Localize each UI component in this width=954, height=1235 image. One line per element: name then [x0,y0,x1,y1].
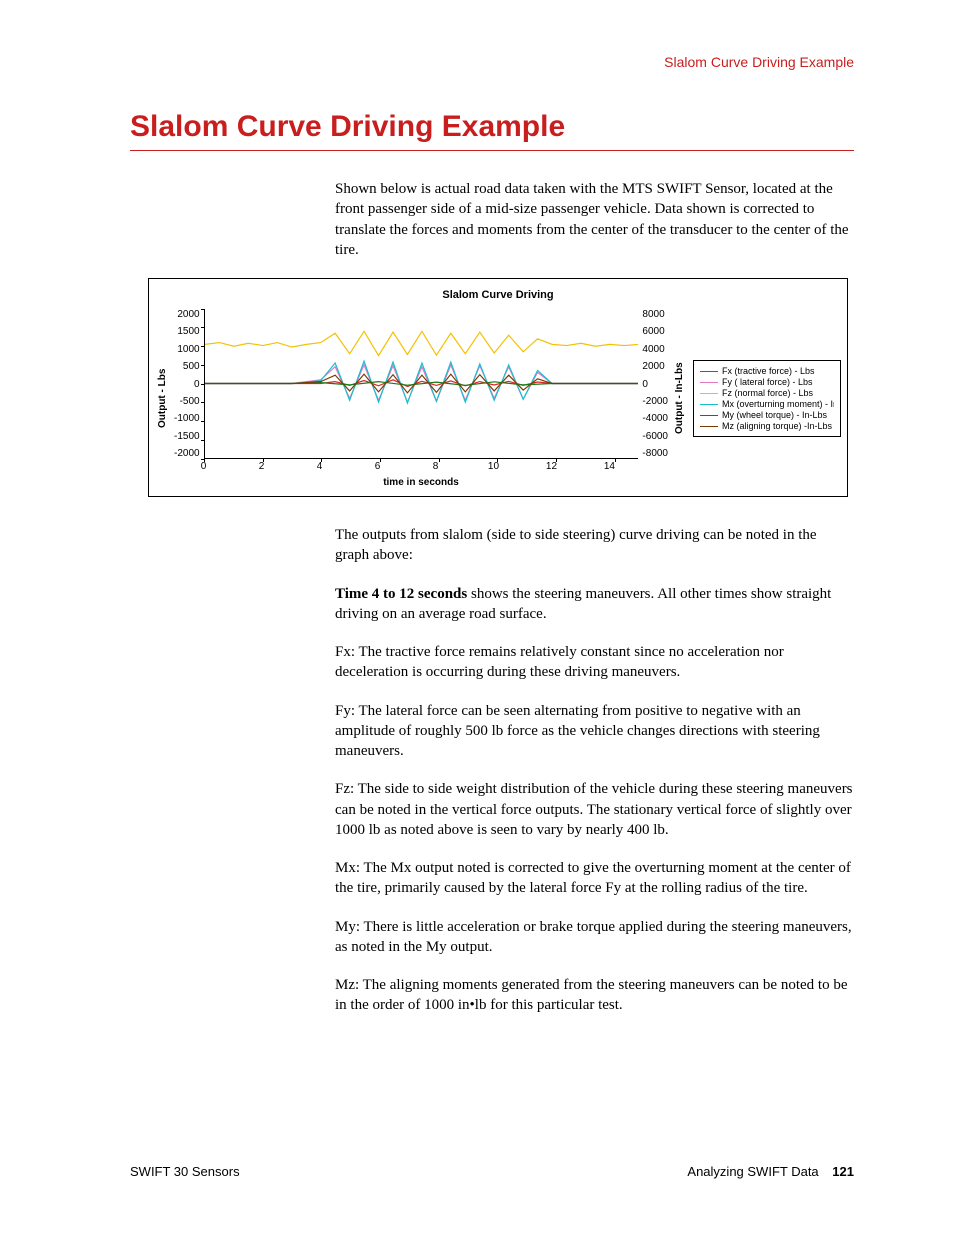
footer-right-text: Analyzing SWIFT Data [687,1164,818,1179]
footer-left: SWIFT 30 Sensors [130,1164,240,1179]
chart-legend: Fx (tractive force) - LbsFy ( lateral fo… [693,360,841,437]
para-fx: Fx: The tractive force remains relativel… [335,642,854,683]
y-ticks-left: 2000150010005000-500-1000-1500-2000 [170,309,204,459]
plot-area [204,309,639,459]
time-bold: Time 4 to 12 seconds [335,586,467,602]
x-ticks: 02468101214 [204,459,639,473]
chart-container: Slalom Curve Driving Output - Lbs 200015… [148,278,848,497]
para-fy: Fy: The lateral force can be seen altern… [335,701,854,762]
para-after-chart: The outputs from slalom (side to side st… [335,525,854,566]
y-ticks-right: 80006000400020000-2000-4000-6000-8000 [638,309,672,459]
page-footer: SWIFT 30 Sensors Analyzing SWIFT Data 12… [130,1164,854,1179]
para-time: Time 4 to 12 seconds shows the steering … [335,584,854,625]
para-fz: Fz: The side to side weight distribution… [335,779,854,840]
x-axis-label: time in seconds [204,477,639,488]
chart-title: Slalom Curve Driving [155,289,841,301]
para-my: My: There is little acceleration or brak… [335,917,854,958]
para-mx: Mx: The Mx output noted is corrected to … [335,858,854,899]
y-axis-label-right: Output - In-Lbs [672,309,687,488]
para-mz: Mz: The aligning moments generated from … [335,975,854,1016]
intro-paragraph: Shown below is actual road data taken wi… [335,179,854,260]
page-number: 121 [832,1164,854,1179]
y-axis-label-left: Output - Lbs [155,309,170,488]
running-header: Slalom Curve Driving Example [130,54,854,70]
section-title: Slalom Curve Driving Example [130,110,854,151]
